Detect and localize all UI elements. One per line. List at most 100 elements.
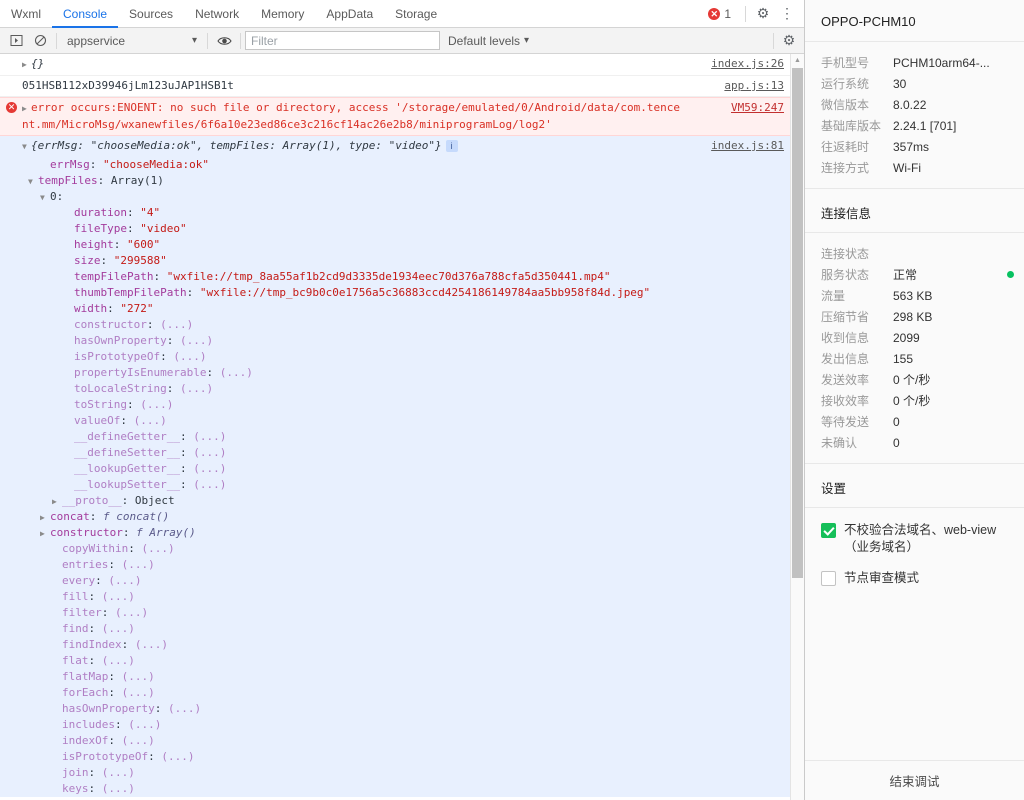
toolbar-divider [745,5,746,22]
eye-icon[interactable] [212,30,236,52]
property-separator: : [88,782,102,795]
tab-network[interactable]: Network [184,0,250,27]
property-separator: : [179,430,194,443]
object-property-row[interactable]: thumbTempFilePath: "wxfile://tmp_bc9b0c0… [0,285,790,301]
collapse-arrow-icon[interactable] [22,139,31,155]
object-property-row[interactable]: forEach: (...) [0,685,790,701]
object-property-row[interactable]: filter: (...) [0,605,790,621]
object-property-row[interactable]: hasOwnProperty: (...) [0,333,790,349]
expand-arrow-icon[interactable] [52,494,61,510]
console-scrollbar[interactable]: ▲ [790,54,804,800]
object-property-row[interactable]: fileType: "video" [0,221,790,237]
source-link[interactable]: index.js:81 [711,138,784,154]
object-property-row[interactable]: __defineSetter__: (...) [0,445,790,461]
setting-option-row[interactable]: 不校验合法域名、web-view（业务域名） [821,522,1012,556]
object-property-row[interactable]: flat: (...) [0,653,790,669]
object-property-row[interactable]: valueOf: (...) [0,413,790,429]
object-property-row[interactable]: __lookupGetter__: (...) [0,461,790,477]
expand-arrow-icon[interactable] [40,510,49,526]
info-row-key: 连接状态 [821,247,870,261]
filterbar-right: ⚙ [769,30,800,52]
object-property-row[interactable]: isPrototypeOf: (...) [0,749,790,765]
object-property-row[interactable]: concat: f concat() [0,509,790,525]
checkbox-checked-icon[interactable] [821,523,836,538]
console-message-list[interactable]: {} index.js:26 051HSB112xD39946jLm123uJAP1… [0,54,790,800]
property-key: tempFilePath [74,270,154,283]
object-property-row[interactable]: flatMap: (...) [0,669,790,685]
info-row-key: 压缩节省 [821,310,870,324]
property-key: isPrototypeOf [62,750,149,763]
info-row: 连接方式 Wi-Fi [805,157,1024,178]
devtools-tabbar: Wxml Console Sources Network Memory AppData St… [0,0,804,28]
scroll-up-icon[interactable]: ▲ [791,54,804,67]
object-property-row[interactable]: width: "272" [0,301,790,317]
source-link[interactable]: VM59:247 [731,100,784,116]
object-property-row[interactable]: __lookupSetter__: (...) [0,477,790,493]
setting-option-row[interactable]: 节点审查模式 [821,570,1012,587]
object-property-row[interactable]: copyWithin: (...) [0,541,790,557]
tab-wxml[interactable]: Wxml [0,0,52,27]
object-property-row[interactable]: entries: (...) [0,557,790,573]
expand-arrow-icon[interactable] [40,526,49,542]
gear-icon[interactable]: ⚙ [752,3,774,25]
object-property-row[interactable]: toLocaleString: (...) [0,381,790,397]
object-property-row[interactable]: keys: (...) [0,781,790,797]
collapse-arrow-icon[interactable] [40,190,49,206]
collapse-arrow-icon[interactable] [28,174,37,190]
log-levels-select[interactable]: Default levels ▾ [440,34,537,48]
sidebar-toggle-icon[interactable] [4,30,28,52]
scrollbar-thumb[interactable] [792,68,803,578]
object-property-row[interactable]: duration: "4" [0,205,790,221]
object-property-row[interactable]: findIndex: (...) [0,637,790,653]
info-row-value: 正常 [893,268,918,282]
console-log-message[interactable]: 051HSB112xD39946jLm123uJAP1HSB1t app.js:1… [0,76,790,97]
clear-console-icon[interactable] [28,30,52,52]
error-count-badge[interactable]: ✕ 1 [700,7,739,21]
checkbox-unchecked-icon[interactable] [821,571,836,586]
object-property-row[interactable]: fill: (...) [0,589,790,605]
object-property-row[interactable]: toString: (...) [0,397,790,413]
end-debug-button[interactable]: 结束调试 [889,771,939,790]
console-log-message[interactable]: {} index.js:26 [0,54,790,76]
object-property-row[interactable]: indexOf: (...) [0,733,790,749]
context-select-value: appservice [67,33,126,48]
console-object-message[interactable]: {errMsg: "chooseMedia:ok", tempFiles: Ar… [0,136,790,157]
object-property-row[interactable]: constructor: f Array() [0,525,790,541]
tab-memory[interactable]: Memory [250,0,315,27]
object-property-row[interactable]: includes: (...) [0,717,790,733]
object-property-row[interactable]: errMsg: "chooseMedia:ok" [0,157,790,173]
filter-input[interactable] [245,31,440,50]
object-property-row[interactable]: tempFilePath: "wxfile://tmp_8aa55af1b2cd… [0,269,790,285]
tab-sources[interactable]: Sources [118,0,184,27]
object-property-row[interactable]: 0: [0,189,790,205]
object-property-row[interactable]: tempFiles: Array(1) [0,173,790,189]
property-key: hasOwnProperty [74,334,167,347]
context-select[interactable]: appservice ▾ [61,31,203,51]
property-value: (...) [101,590,135,603]
object-property-row[interactable]: isPrototypeOf: (...) [0,349,790,365]
source-link[interactable]: index.js:26 [711,56,784,72]
source-link[interactable]: app.js:13 [724,78,784,94]
object-property-row[interactable]: every: (...) [0,573,790,589]
object-property-row[interactable]: hasOwnProperty: (...) [0,701,790,717]
property-key: join [62,766,89,779]
console-error-message[interactable]: ✕ error occurs:ENOENT: no such file or di… [0,97,790,136]
expand-arrow-icon[interactable] [22,57,31,73]
tab-console[interactable]: Console [52,0,119,28]
object-property-row[interactable]: __defineGetter__: (...) [0,429,790,445]
info-badge-icon[interactable]: i [445,140,458,152]
object-property-row[interactable]: propertyIsEnumerable: (...) [0,365,790,381]
object-property-row[interactable]: size: "299588" [0,253,790,269]
object-property-row[interactable]: join: (...) [0,765,790,781]
gear-icon[interactable]: ⚙ [778,30,800,52]
object-property-row[interactable]: find: (...) [0,621,790,637]
more-vertical-icon[interactable]: ⋮ [776,3,798,25]
tab-appdata[interactable]: AppData [315,0,384,27]
tab-storage[interactable]: Storage [384,0,448,27]
object-property-row[interactable]: constructor: (...) [0,317,790,333]
object-property-row[interactable]: __proto__: Object [0,493,790,509]
expand-arrow-icon[interactable] [22,101,31,117]
object-property-row[interactable]: height: "600" [0,237,790,253]
property-value: (...) [193,478,227,491]
property-separator: : [101,606,115,619]
